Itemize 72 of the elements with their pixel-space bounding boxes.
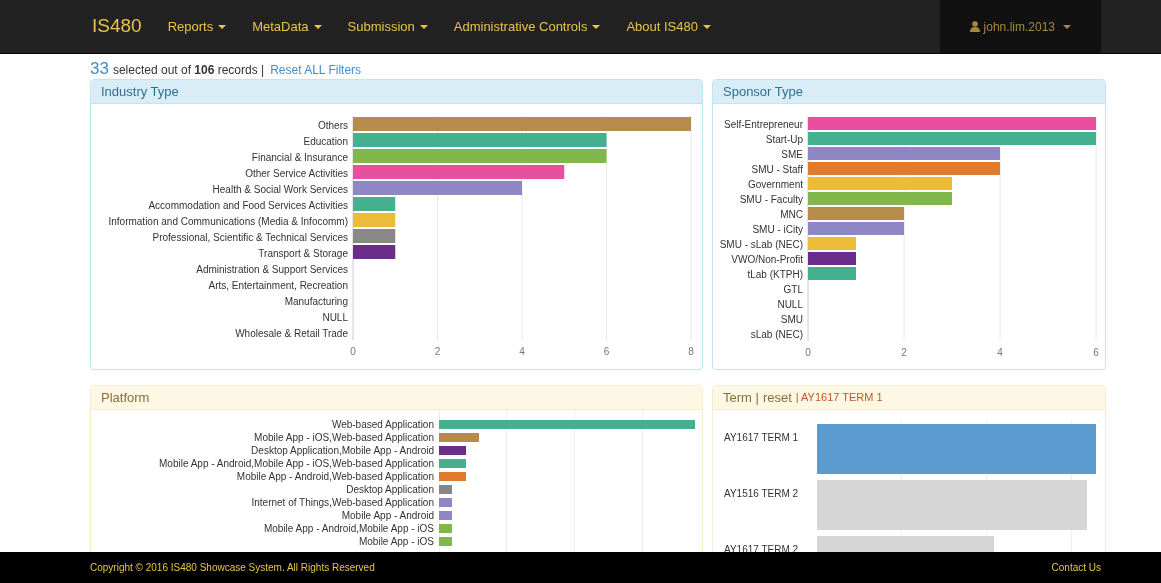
tick-label: 0 [805, 347, 811, 358]
category-label: Manufacturing [284, 296, 348, 307]
summary-text: selected out of 106 records | [112, 62, 265, 79]
panel-title: Industry Type [91, 80, 702, 104]
category-label: Health & Social Work Services [212, 184, 348, 195]
tick-label: 4 [519, 346, 525, 357]
category-label: Financial & Insurance [251, 152, 348, 163]
category-label: NULL [322, 312, 348, 323]
caret-icon [1063, 24, 1071, 29]
nav-menu[interactable]: Reports [167, 16, 227, 37]
brand-link[interactable]: IS480 [92, 12, 142, 41]
user-menu[interactable]: john.lim.2013 [939, 0, 1101, 53]
category-label: Administration & Support Services [196, 264, 348, 275]
category-label: Other Service Activities [245, 168, 348, 179]
category-label: SME [781, 149, 803, 160]
tick-label: 2 [434, 346, 441, 357]
panel-title: Term | [723, 388, 759, 407]
tick-label: 6 [1093, 347, 1099, 358]
category-label: Information and Communications (Media & Infocomm) [108, 216, 348, 227]
category-label: SMU [780, 314, 803, 325]
category-label: Web-based Application [330, 418, 434, 431]
category-label: MNC [780, 209, 803, 220]
category-label: Mobile App - iOS,Web-based Application [253, 431, 434, 444]
category-label: Government [747, 179, 803, 190]
category-label: Transport & Storage [258, 248, 348, 259]
term-label: AY1617 TERM 1 [723, 431, 800, 445]
category-label: SMU - iCity [752, 224, 803, 235]
reset-link[interactable]: reset [762, 387, 792, 408]
category-label: SMU - sLab (NEC) [719, 239, 803, 250]
contact-link[interactable]: Contact Us [1051, 560, 1101, 575]
category-label: Mobile App - iOS [357, 535, 434, 548]
category-label: Mobile App - Android,Web-based Application [235, 470, 434, 483]
nav-menu[interactable]: Administrative Controls [453, 16, 601, 37]
bar[interactable] [353, 245, 396, 259]
term-label: AY1516 TERM 2 [723, 487, 800, 501]
category-label: Wholesale & Retail Trade [235, 328, 348, 339]
category-label: Education [303, 136, 348, 147]
tick-label: 8 [688, 346, 694, 357]
category-label: Professional, Scientific & Technical Services [152, 232, 348, 243]
category-label: Mobile App - Android,Mobile App - iOS [262, 522, 434, 535]
category-label: Start-Up [765, 134, 803, 145]
category-label: tLab (KTPH) [747, 269, 803, 280]
category-label: Mobile App - Android [340, 509, 434, 522]
bar[interactable] [353, 229, 396, 243]
category-label: NULL [777, 299, 803, 310]
panel-title: Platform [91, 386, 702, 410]
category-label: VWO/Non-Profit [731, 254, 803, 265]
category-label: Others [318, 120, 348, 131]
category-label: GTL [783, 284, 803, 295]
copyright-text: Copyright © 2016 IS480 Showcase System. All Rights Reserved [90, 561, 375, 575]
reset-filters-link[interactable]: Reset ALL Filters [270, 61, 362, 79]
panel-title: Sponsor Type [713, 80, 1105, 104]
category-label: SMU - Faculty [739, 194, 803, 205]
category-label: Desktop Application [345, 483, 434, 496]
nav-menu[interactable]: MetaData [252, 16, 322, 37]
category-label: Desktop Application,Mobile App - Android [250, 444, 434, 457]
tick-label: 4 [997, 347, 1003, 358]
selected-count: 33 [90, 58, 109, 80]
tick-label: 0 [350, 346, 356, 357]
nav-menu[interactable]: About IS480 [626, 16, 711, 37]
category-label: sLab (NEC) [750, 329, 803, 340]
category-label: Internet of Things,Web-based Application [250, 496, 434, 509]
category-label: Self-Entrepreneur [724, 119, 803, 130]
tick-label: 6 [603, 346, 610, 357]
user-icon [969, 21, 980, 32]
category-label: Arts, Entertainment, Recreation [208, 280, 348, 291]
category-label: SMU - Staff [751, 164, 803, 175]
nav-menu[interactable]: Submission [347, 16, 428, 37]
category-label: Mobile App - Android,Mobile App - iOS,Web-based Application [158, 457, 434, 470]
tick-label: 2 [901, 347, 907, 358]
active-filter: | AY1617 TERM 1 [795, 390, 883, 406]
category-label: Accommodation and Food Services Activities [148, 200, 348, 211]
